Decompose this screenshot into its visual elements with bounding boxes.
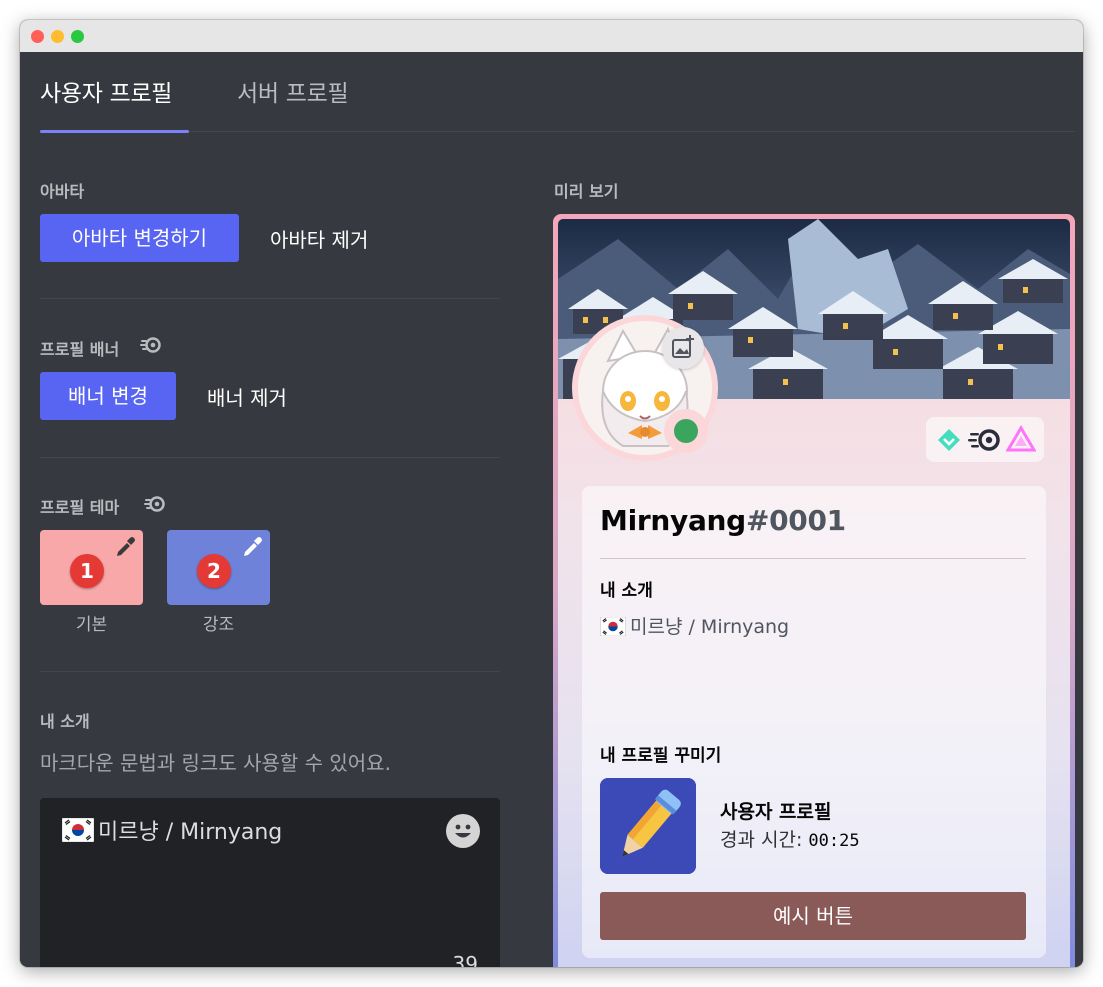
preview-bio-heading: 내 소개 [600,581,653,601]
profile-preview-card: Mirnyang#0001 내 소개 미르냥 / Mirnyang 내 프로필 … [553,214,1075,967]
korea-flag-icon [600,617,626,636]
hypesquad-balance-icon[interactable] [936,427,962,453]
swatch-number-badge: 1 [70,554,104,588]
title-bar [20,20,1083,52]
nitro-icon[interactable] [968,427,1002,453]
info-divider [600,558,1026,559]
section-divider [40,298,500,299]
close-window-button[interactable] [31,30,44,43]
active-tab-indicator [40,130,189,133]
banner-section-label: 프로필 배너 [40,340,120,359]
profile-tabs: 사용자 프로필 서버 프로필 [40,52,1075,133]
activity-elapsed-value: 00:25 [808,831,860,851]
activity-elapsed-label: 경과 시간: [720,829,809,851]
example-button[interactable]: 예시 버튼 [600,892,1026,940]
bio-textarea[interactable]: 미르냥 / Mirnyang 39 [40,798,500,967]
activity-heading: 내 프로필 꾸미기 [600,746,722,766]
avatar-section-label: 아바타 [40,182,85,201]
activity-title: 사용자 프로필 [720,801,832,823]
primary-color-swatch[interactable]: 1 [40,530,143,605]
profile-badges [926,417,1044,462]
bio-char-count: 39 [452,952,478,967]
add-image-icon [672,335,694,358]
settings-content: 사용자 프로필 서버 프로필 아바타 아바타 변경하기 아바타 제거 프로필 배… [20,52,1083,967]
profile-card-body: Mirnyang#0001 내 소개 미르냥 / Mirnyang 내 프로필 … [558,219,1070,967]
activity-elapsed: 경과 시간: 00:25 [720,825,860,852]
edit-avatar-button[interactable] [662,327,704,369]
accent-color-label: 강조 [202,615,235,635]
accent-color-swatch[interactable]: 2 [167,530,270,605]
server-boost-icon[interactable] [1006,425,1036,453]
change-banner-button[interactable]: 배너 변경 [40,372,176,420]
online-status-dot [674,419,698,443]
bio-hint: 마크다운 문법과 링크도 사용할 수 있어요. [40,751,391,775]
smile-emoji-icon [447,815,479,847]
online-status-indicator [664,409,708,453]
change-avatar-button[interactable]: 아바타 변경하기 [40,214,239,262]
remove-banner-button[interactable]: 배너 제거 [207,382,287,411]
eyedropper-icon [117,537,135,556]
swatch-number-badge: 2 [197,554,231,588]
preview-section-label: 미리 보기 [554,182,619,201]
tab-user-profile[interactable]: 사용자 프로필 [40,74,172,108]
primary-color-label: 기본 [75,615,108,635]
discriminator-text: #0001 [745,504,846,537]
activity-icon [600,778,696,874]
theme-section-label: 프로필 테마 [40,498,120,517]
preview-bio-text: 미르냥 / Mirnyang [600,612,789,639]
section-divider [40,671,500,672]
bio-input-value: 미르냥 / Mirnyang [98,820,283,845]
profile-username: Mirnyang#0001 [600,504,846,537]
eyedropper-icon [244,537,262,556]
tab-server-profile[interactable]: 서버 프로필 [237,74,349,108]
remove-avatar-button[interactable]: 아바타 제거 [270,224,368,253]
emoji-picker-button[interactable] [446,814,480,848]
app-window: 사용자 프로필 서버 프로필 아바타 아바타 변경하기 아바타 제거 프로필 배… [20,20,1083,967]
username-text: Mirnyang [600,504,746,537]
bio-input-text[interactable]: 미르냥 / Mirnyang [62,814,282,846]
pencil-icon [600,778,696,874]
bio-section-label: 내 소개 [40,712,90,731]
korea-flag-icon [62,818,94,842]
profile-info-panel: Mirnyang#0001 내 소개 미르냥 / Mirnyang 내 프로필 … [582,486,1046,958]
nitro-icon [144,496,165,512]
minimize-window-button[interactable] [51,30,64,43]
nitro-icon [140,337,161,353]
maximize-window-button[interactable] [71,30,84,43]
section-divider [40,457,500,458]
preview-bio-value: 미르냥 / Mirnyang [630,616,790,638]
